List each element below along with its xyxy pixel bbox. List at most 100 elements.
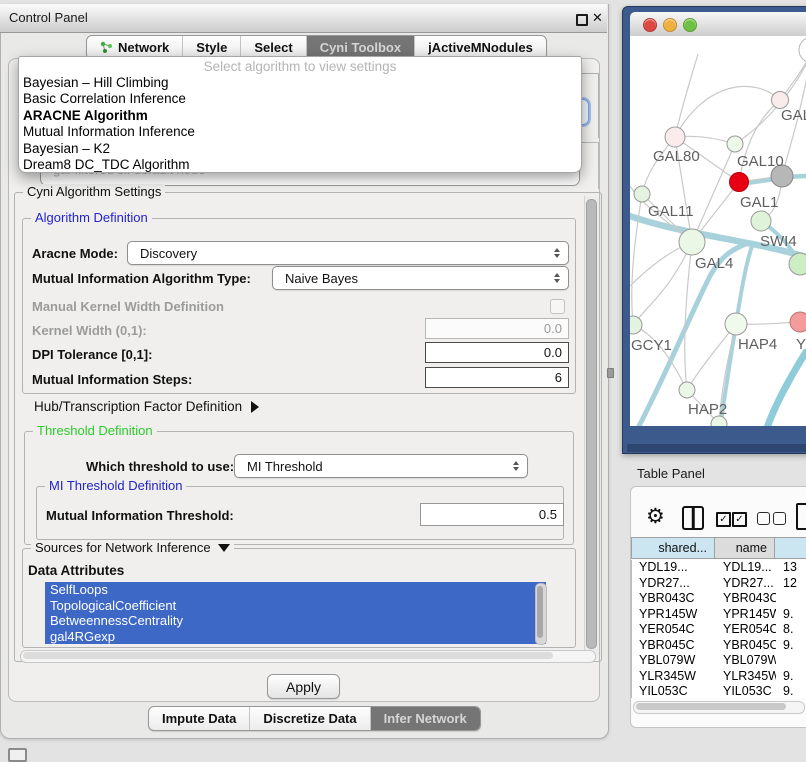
- aracne-mode-label: Aracne Mode:: [32, 246, 118, 261]
- table-body[interactable]: YDL19...YDL19...13 YDR27...YDR27...12 YB…: [631, 560, 806, 698]
- popup-item[interactable]: Mutual Information Inference: [19, 124, 581, 140]
- float-window-icon[interactable]: [576, 14, 588, 26]
- mi-steps-label: Mutual Information Steps:: [32, 372, 192, 387]
- edge[interactable]: [735, 52, 806, 144]
- tab-network-label: Network: [118, 40, 169, 55]
- hub-definition-label: Hub/Transcription Factor Definition: [34, 399, 242, 414]
- settings-hscrollbar-track[interactable]: [20, 650, 596, 663]
- node-gal80[interactable]: [665, 127, 685, 147]
- node-gal11[interactable]: [634, 186, 650, 202]
- node-hap4[interactable]: [725, 313, 747, 335]
- node-hap2[interactable]: [679, 382, 695, 398]
- popup-item[interactable]: Bayesian – K2: [19, 141, 581, 157]
- node-gcy1[interactable]: [630, 316, 642, 334]
- attributes-scrollbar-thumb[interactable]: [537, 586, 543, 638]
- which-threshold-combo[interactable]: MI Threshold: [234, 454, 528, 478]
- node-label: GCY1: [631, 337, 672, 354]
- edge[interactable]: [632, 194, 642, 325]
- tab-cyni-toolbox-label: Cyni Toolbox: [320, 40, 401, 55]
- edge[interactable]: [767, 352, 806, 426]
- node-partial-top[interactable]: [799, 37, 806, 63]
- hub-definition-toggle[interactable]: Hub/Transcription Factor Definition: [34, 399, 259, 414]
- popup-item-selected[interactable]: ARACNE Algorithm: [19, 108, 581, 124]
- tab-discretize-data[interactable]: Discretize Data: [249, 707, 369, 730]
- data-attributes-list[interactable]: SelfLoops TopologicalCoefficient Between…: [45, 582, 546, 644]
- node-label: SWI4: [760, 233, 797, 250]
- node-salmon[interactable]: [790, 312, 806, 332]
- mi-steps-field[interactable]: 6: [425, 367, 569, 388]
- popup-item[interactable]: Basic Correlation Inference: [19, 91, 581, 107]
- table-row[interactable]: YLR345WYLR345W9.: [632, 669, 806, 685]
- tab-infer-network[interactable]: Infer Network: [370, 707, 480, 730]
- tab-jactivemnodules-label: jActiveMNodules: [428, 40, 533, 55]
- mi-type-combo[interactable]: Naive Bayes: [272, 266, 569, 290]
- checked-boxes-icon[interactable]: ✓: [716, 512, 731, 527]
- popup-item[interactable]: Bayesian – Hill Climbing: [19, 75, 581, 91]
- collapsed-panel-icon[interactable]: [8, 748, 27, 762]
- node-gal10[interactable]: [727, 136, 743, 152]
- edge[interactable]: [633, 242, 692, 325]
- node-label: GAL11: [648, 203, 694, 220]
- column-header-name[interactable]: name: [715, 537, 775, 559]
- column-header-partial[interactable]: [775, 537, 806, 559]
- table-row[interactable]: YER054CYER054C8.: [632, 622, 806, 638]
- aracne-mode-combo[interactable]: Discovery: [127, 241, 569, 265]
- attributes-scrollbar-track[interactable]: [535, 583, 547, 645]
- zoom-traffic-light-icon[interactable]: [683, 18, 697, 32]
- table-hscrollbar-track[interactable]: [633, 701, 805, 714]
- algorithm-dropdown-popup: Select algorithm to view settings Bayesi…: [18, 56, 582, 173]
- unchecked-boxes-icon[interactable]: [757, 512, 770, 525]
- node-gal4[interactable]: [679, 229, 705, 255]
- table-row[interactable]: YIL053CYIL053C9.: [632, 684, 806, 698]
- manual-kernel-checkbox[interactable]: [550, 299, 565, 314]
- unchecked-boxes-icon[interactable]: [773, 512, 786, 525]
- minimize-traffic-light-icon[interactable]: [663, 18, 677, 32]
- table-row[interactable]: YDR27...YDR27...12: [632, 576, 806, 592]
- apply-button[interactable]: Apply: [267, 674, 340, 699]
- attribute-item[interactable]: gal4RGexp: [45, 629, 546, 645]
- new-table-icon[interactable]: [796, 503, 806, 530]
- table-row[interactable]: YPR145WYPR145W9.: [632, 607, 806, 623]
- mi-threshold-field[interactable]: 0.5: [420, 503, 564, 526]
- settings-hscrollbar-thumb[interactable]: [23, 652, 553, 659]
- screen: Control Panel ✕ Network Style Select Cyn…: [0, 0, 806, 762]
- table-row[interactable]: YDL19...YDL19...13: [632, 560, 806, 576]
- node-partial-right[interactable]: [789, 253, 806, 275]
- spinner-arrows-icon: [554, 273, 560, 283]
- attribute-item[interactable]: TopologicalCoefficient: [45, 598, 546, 614]
- table-row[interactable]: YBR045CYBR045C9.: [632, 638, 806, 654]
- attribute-item[interactable]: BetweennessCentrality: [45, 613, 546, 629]
- checked-boxes-icon[interactable]: ✓: [732, 512, 747, 527]
- popup-placeholder: Select algorithm to view settings: [19, 59, 581, 75]
- settings-scrollbar-thumb[interactable]: [586, 199, 597, 649]
- mi-type-label: Mutual Information Algorithm Type:: [32, 271, 251, 286]
- network-graph: GAL GAL80 GAL10 GAL1 GAL11 SWI4 GAL4 GCY…: [630, 36, 806, 426]
- gear-icon[interactable]: ⚙: [646, 504, 665, 529]
- edge[interactable]: [675, 86, 780, 137]
- attribute-item[interactable]: SelfLoops: [45, 582, 546, 598]
- node-partial-pink[interactable]: [772, 92, 789, 109]
- tab-discretize-data-label: Discretize Data: [263, 711, 356, 726]
- network-view-canvas[interactable]: GAL GAL80 GAL10 GAL1 GAL11 SWI4 GAL4 GCY…: [630, 36, 806, 426]
- kernel-width-field[interactable]: 0.0: [425, 318, 569, 339]
- panel-divider-grip[interactable]: [607, 368, 614, 378]
- close-icon[interactable]: ✕: [592, 10, 603, 26]
- tab-style-label: Style: [196, 40, 227, 55]
- edge[interactable]: [675, 54, 698, 137]
- node-label: HAP4: [738, 336, 777, 353]
- node-gal1[interactable]: [751, 211, 771, 231]
- dpi-tolerance-field[interactable]: 0.0: [425, 342, 569, 363]
- close-traffic-light-icon[interactable]: [643, 18, 657, 32]
- node-label: Y: [796, 336, 806, 353]
- group-fragment: [580, 142, 599, 189]
- table-hscrollbar-thumb[interactable]: [636, 703, 786, 710]
- tab-impute-data[interactable]: Impute Data: [149, 707, 249, 730]
- table-row[interactable]: YBL079WYBL079W: [632, 653, 806, 669]
- node-red-selected[interactable]: [730, 173, 749, 192]
- chevron-down-icon: [218, 544, 230, 552]
- table-row[interactable]: YBR043CYBR043C: [632, 591, 806, 607]
- column-header-shared[interactable]: shared...: [631, 537, 715, 559]
- popup-item[interactable]: Dream8 DC_TDC Algorithm: [19, 157, 581, 173]
- split-columns-icon[interactable]: [682, 506, 704, 530]
- sources-group-title[interactable]: Sources for Network Inference: [31, 540, 234, 555]
